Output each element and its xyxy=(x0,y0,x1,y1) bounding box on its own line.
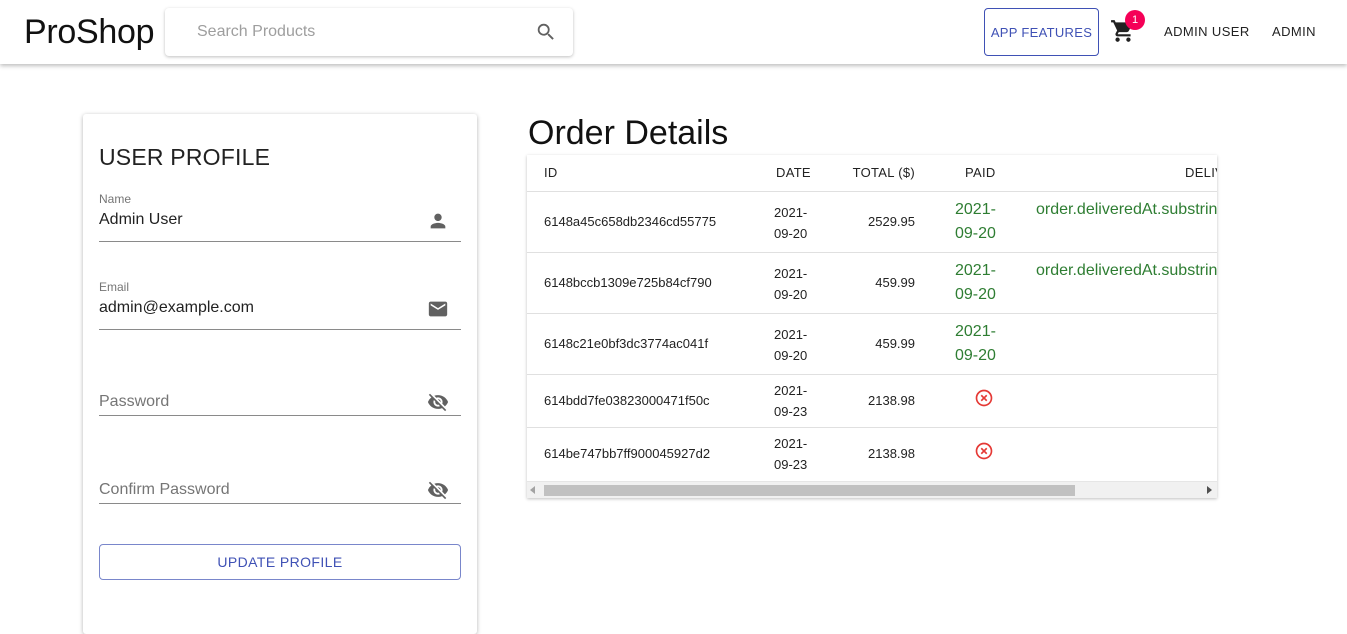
column-header-id: ID xyxy=(544,165,558,180)
search-input[interactable] xyxy=(165,8,525,56)
visibility-off-icon[interactable] xyxy=(427,391,449,413)
table-row: 6148bccb1309e725b84cf790 2021-09-20 459.… xyxy=(527,253,1217,314)
scroll-left-arrow-icon[interactable] xyxy=(530,486,535,494)
order-date: 2021-09-20 xyxy=(774,327,808,363)
order-total: 459.99 xyxy=(875,275,915,290)
admin-menu-link[interactable]: ADMIN xyxy=(1272,24,1316,39)
table-row: 6148c21e0bf3dc3774ac041f 2021-09-20 459.… xyxy=(527,314,1217,375)
table-row: 6148a45c658db2346cd55775 2021-09-20 2529… xyxy=(527,192,1217,253)
column-header-delivered: DELIV xyxy=(1185,165,1217,180)
column-header-paid: PAID xyxy=(965,165,996,180)
name-field[interactable]: Name Admin User xyxy=(99,192,461,242)
order-id: 6148bccb1309e725b84cf790 xyxy=(544,275,712,290)
order-id: 614be747bb7ff900045927d2 xyxy=(544,446,711,461)
order-delivered: order.deliveredAt.substrin xyxy=(1036,201,1217,218)
update-profile-button[interactable]: UPDATE PROFILE xyxy=(99,544,461,580)
orders-table: ID DATE TOTAL ($) PAID DELIV 6148a45c658… xyxy=(527,155,1217,498)
password-placeholder[interactable]: Password xyxy=(99,393,169,411)
order-total: 2529.95 xyxy=(868,214,915,229)
order-total: 2138.98 xyxy=(868,393,915,408)
table-row: 614be747bb7ff900045927d2 2021-09-23 2138… xyxy=(527,428,1217,481)
order-date: 2021-09-20 xyxy=(774,266,808,302)
order-id: 6148c21e0bf3dc3774ac041f xyxy=(544,336,709,351)
search-box xyxy=(165,8,573,56)
user-profile-card: USER PROFILE Name Admin User Email admin… xyxy=(83,114,477,634)
app-features-button[interactable]: APP FEATURES xyxy=(984,8,1099,56)
order-date: 2021-09-23 xyxy=(774,383,808,419)
order-paid-date: 2021-09-20 xyxy=(955,262,996,303)
column-header-date: DATE xyxy=(776,165,811,180)
user-menu-link[interactable]: ADMIN USER xyxy=(1164,24,1250,39)
email-icon xyxy=(428,301,448,317)
confirm-password-field[interactable]: Confirm Password xyxy=(99,454,461,504)
order-date: 2021-09-20 xyxy=(774,205,808,241)
email-label: Email xyxy=(99,280,130,294)
orders-title: Order Details xyxy=(528,114,729,152)
brand-logo[interactable]: ProShop xyxy=(24,13,155,52)
email-value[interactable]: admin@example.com xyxy=(99,299,254,317)
search-icon[interactable] xyxy=(535,21,557,43)
cancel-circle-icon xyxy=(975,442,993,460)
cart-count-badge: 1 xyxy=(1125,10,1145,30)
visibility-off-icon[interactable] xyxy=(427,479,449,501)
email-field[interactable]: Email admin@example.com xyxy=(99,280,461,330)
app-header: ProShop APP FEATURES 1 ADMIN USER ADMIN xyxy=(0,0,1347,64)
confirm-password-placeholder[interactable]: Confirm Password xyxy=(99,481,230,499)
password-field[interactable]: Password xyxy=(99,366,461,416)
order-id: 614bdd7fe03823000471f50c xyxy=(544,393,710,408)
name-label: Name xyxy=(99,192,132,206)
scroll-right-arrow-icon[interactable] xyxy=(1207,486,1212,494)
order-paid-date: 2021-09-20 xyxy=(955,201,996,242)
cancel-circle-icon xyxy=(975,389,993,407)
order-total: 459.99 xyxy=(875,336,915,351)
profile-title: USER PROFILE xyxy=(99,144,271,170)
order-id: 6148a45c658db2346cd55775 xyxy=(544,214,717,229)
order-total: 2138.98 xyxy=(868,446,915,461)
table-row: 614bdd7fe03823000471f50c 2021-09-23 2138… xyxy=(527,375,1217,428)
horizontal-scrollbar[interactable] xyxy=(527,481,1217,498)
order-date: 2021-09-23 xyxy=(774,436,808,472)
scrollbar-thumb[interactable] xyxy=(544,485,1075,496)
order-delivered: order.deliveredAt.substrin xyxy=(1036,262,1217,279)
order-paid-date: 2021-09-20 xyxy=(955,323,996,364)
person-icon xyxy=(430,213,446,229)
name-value[interactable]: Admin User xyxy=(99,211,183,229)
column-header-total: TOTAL ($) xyxy=(852,165,915,180)
